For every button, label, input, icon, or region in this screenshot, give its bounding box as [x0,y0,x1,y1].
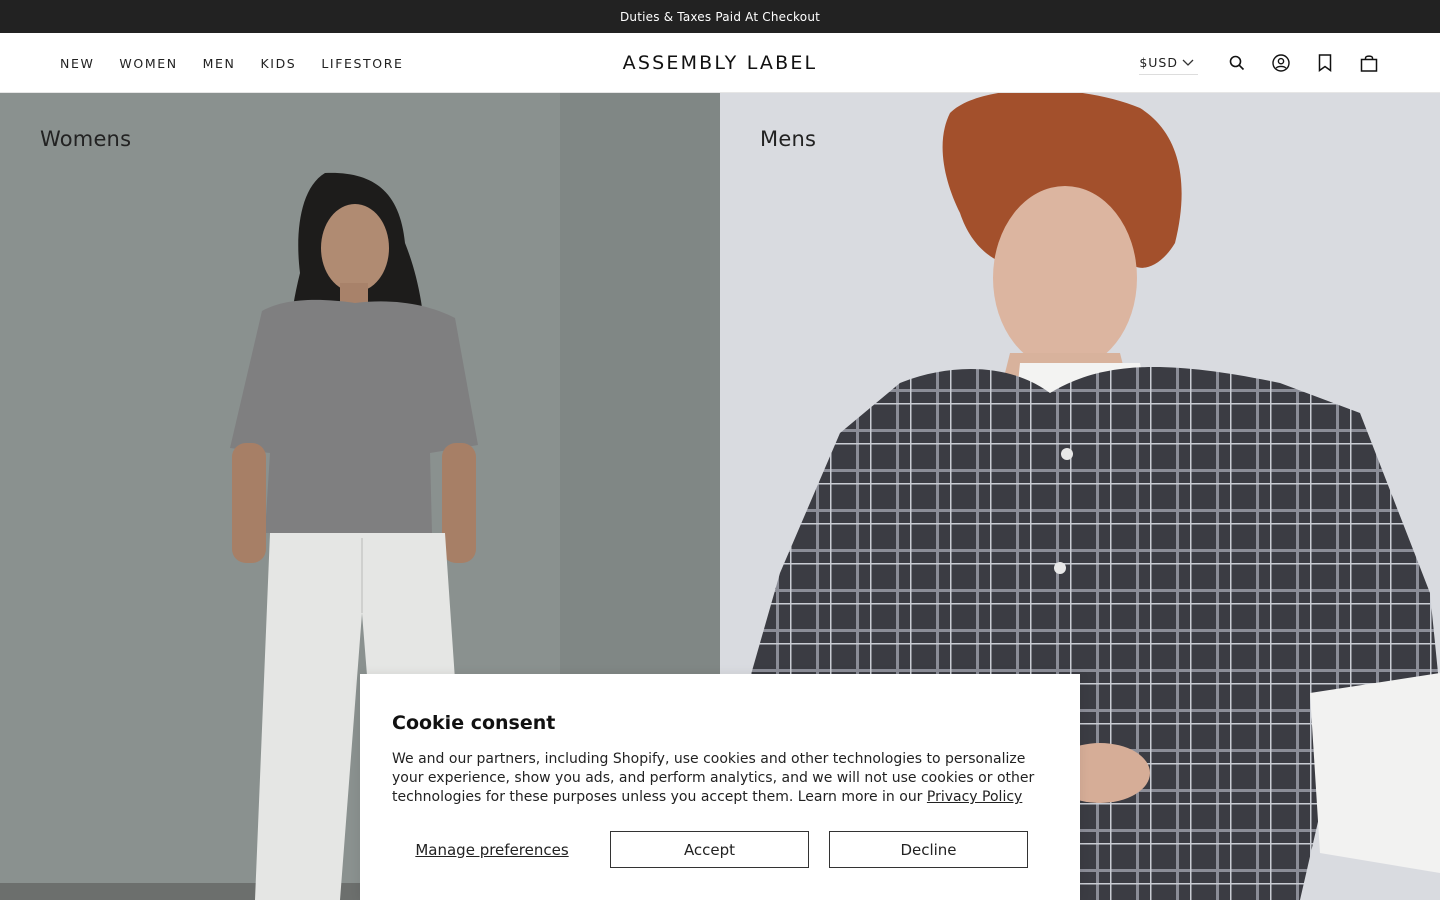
announcement-bar: Duties & Taxes Paid At Checkout [0,0,1440,33]
mens-title[interactable]: Mens [760,127,816,151]
manage-preferences-button[interactable]: Manage preferences [392,831,592,868]
cookie-consent-dialog: Cookie consent We and our partners, incl… [360,674,1080,900]
header-actions: $USD [1139,33,1380,93]
announcement-text: Duties & Taxes Paid At Checkout [619,9,821,24]
nav-kids[interactable]: KIDS [261,56,297,71]
wishlist-icon[interactable] [1314,52,1336,74]
privacy-policy-link[interactable]: Privacy Policy [927,789,1022,805]
nav-men[interactable]: MEN [203,56,236,71]
womens-title[interactable]: Womens [40,127,131,151]
nav-women[interactable]: WOMEN [119,56,177,71]
accept-button[interactable]: Accept [610,831,809,868]
consent-title: Cookie consent [392,712,556,734]
nav-new[interactable]: NEW [60,56,94,71]
decline-button[interactable]: Decline [829,831,1028,868]
main-nav: NEW WOMEN MEN KIDS LIFESTORE [60,33,403,93]
site-header: NEW WOMEN MEN KIDS LIFESTORE ASSEMBLY LA… [0,33,1440,93]
site-logo[interactable]: ASSEMBLY LABEL [623,52,818,74]
nav-lifestore[interactable]: LIFESTORE [321,56,403,71]
account-icon[interactable] [1270,52,1292,74]
chevron-down-icon [1182,55,1194,70]
currency-label: $USD [1139,55,1178,70]
search-icon[interactable] [1226,52,1248,74]
consent-body: We and our partners, including Shopify, … [392,750,1052,807]
currency-selector[interactable]: $USD [1139,51,1198,75]
bag-icon[interactable] [1358,52,1380,74]
